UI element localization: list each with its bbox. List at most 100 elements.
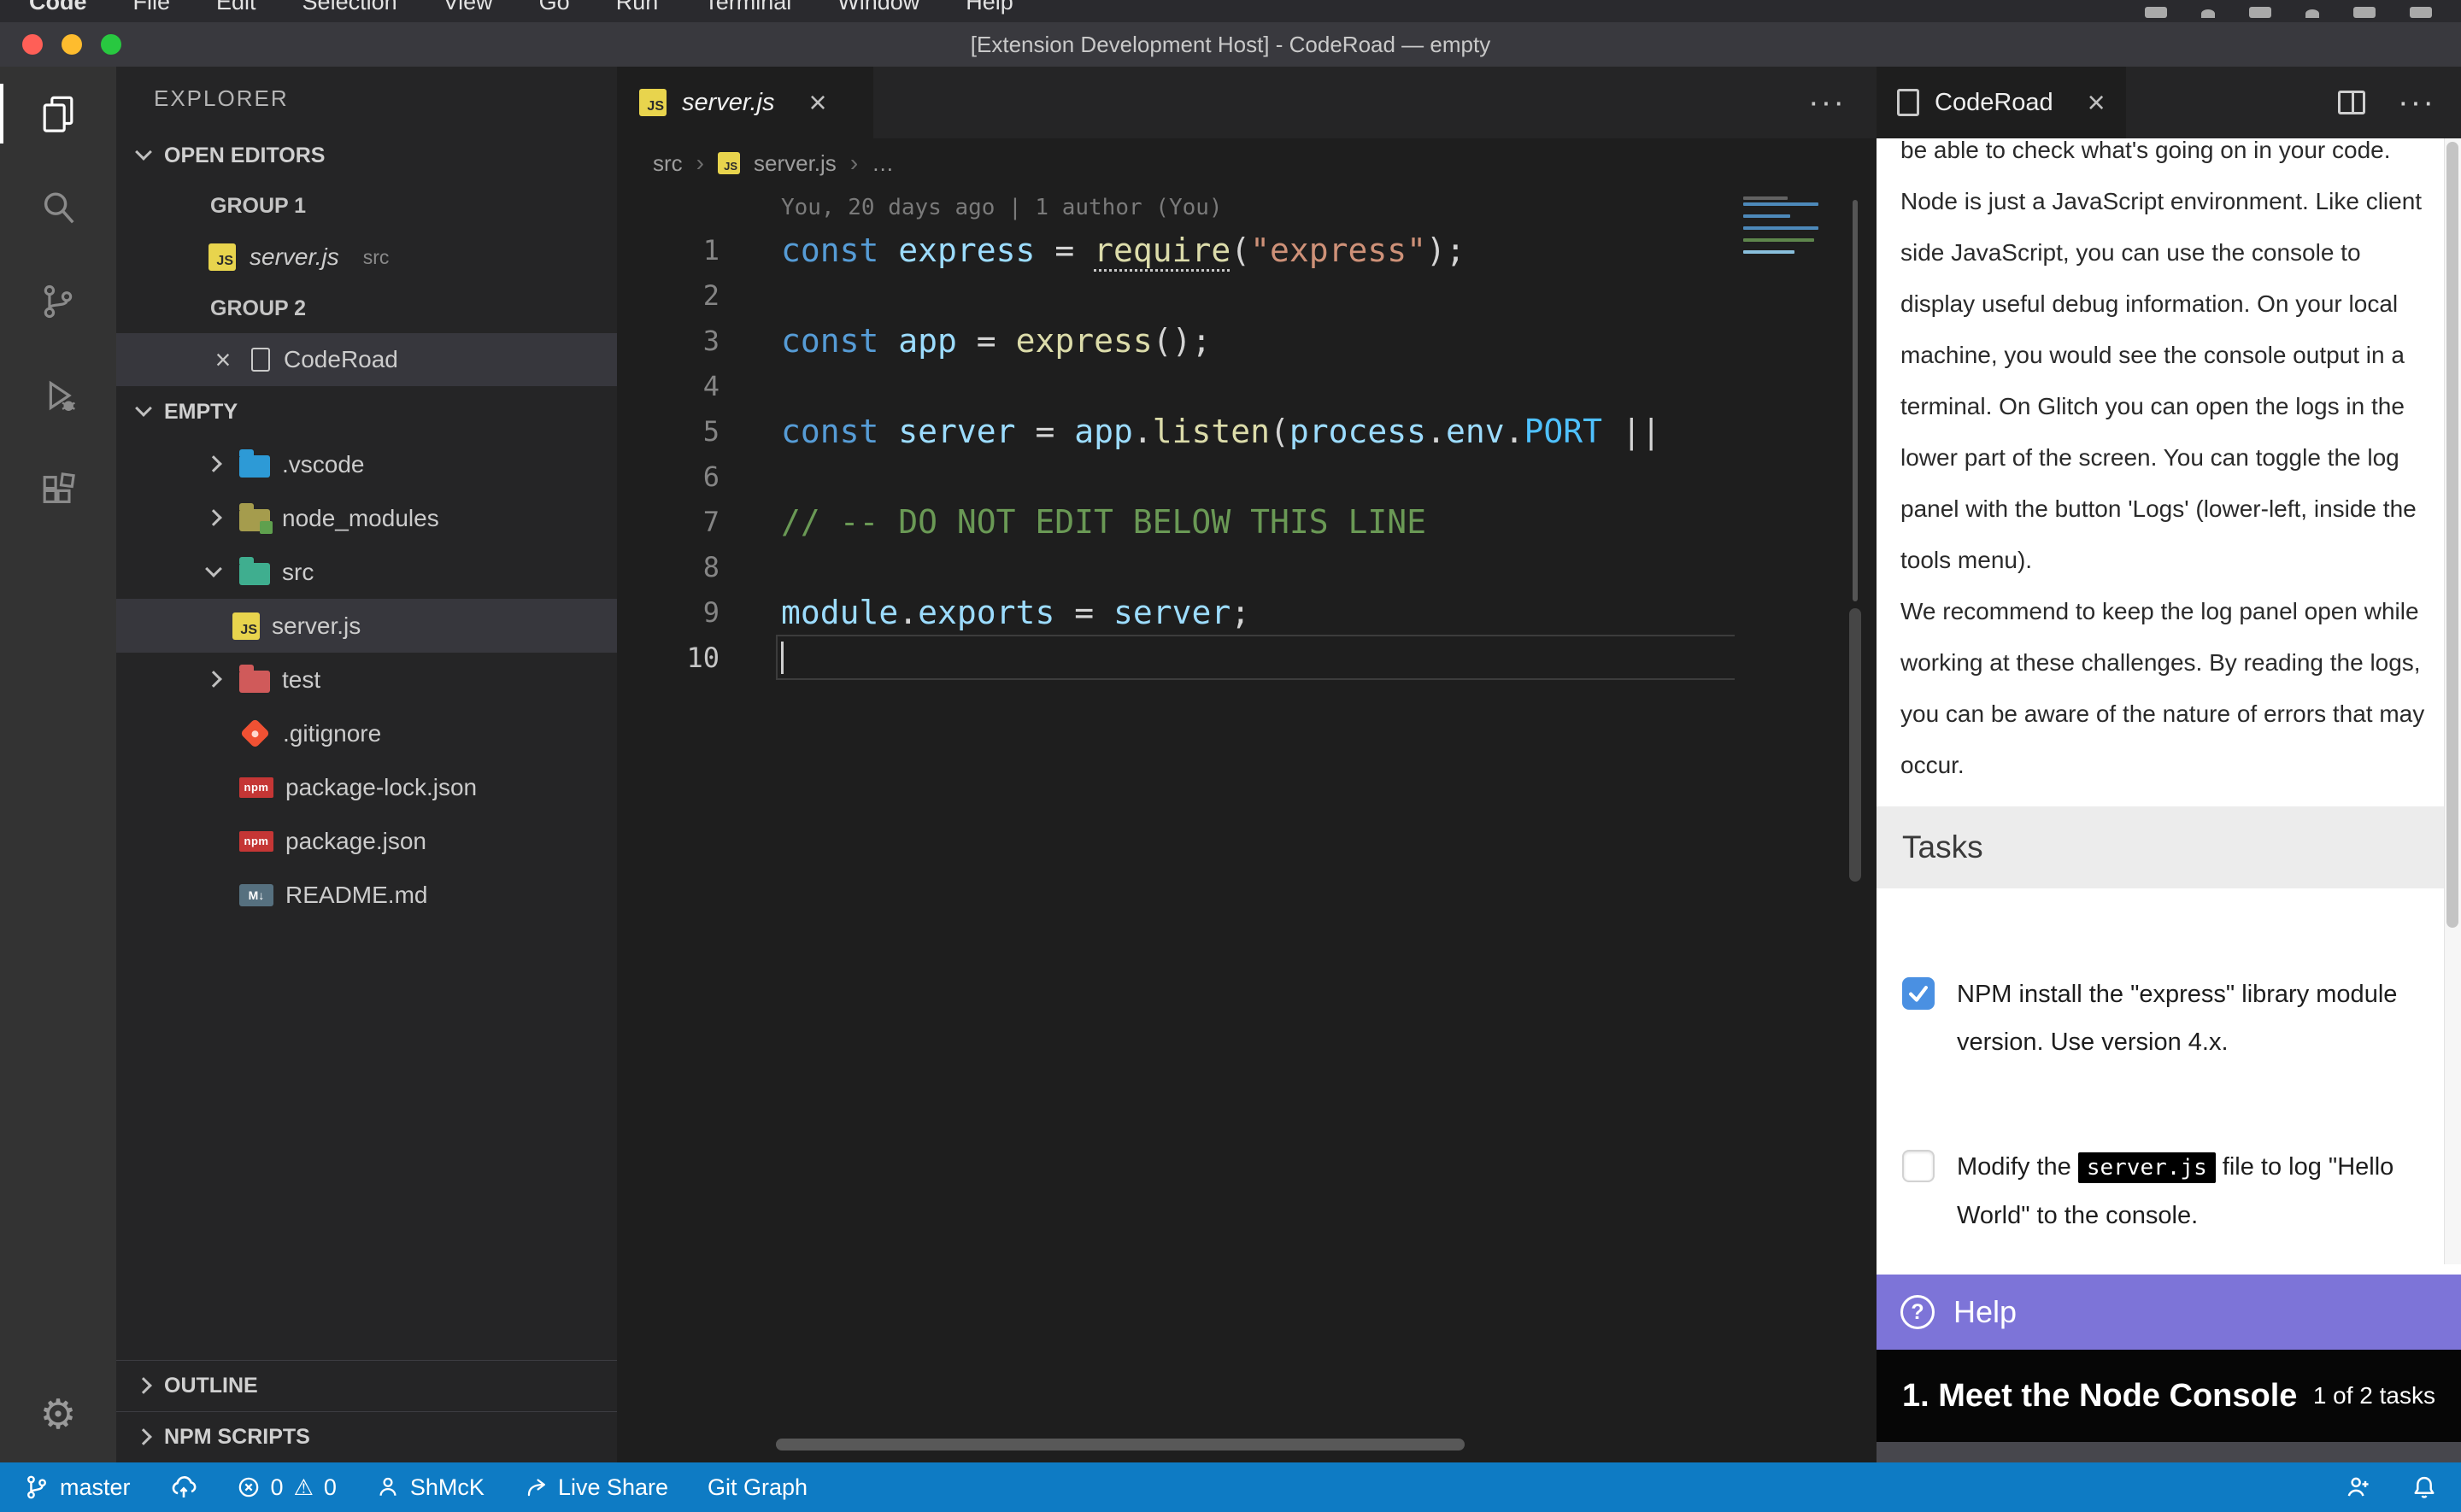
status-icon[interactable]: [2305, 9, 2319, 18]
run-debug-activity-button[interactable]: [0, 349, 116, 442]
minimize-window-button[interactable]: [62, 34, 82, 55]
code-text: const app = express();: [720, 322, 1211, 360]
breadcrumb-symbol[interactable]: …: [872, 150, 894, 177]
menu-item-run[interactable]: Run: [616, 0, 659, 22]
more-actions-icon[interactable]: ···: [2398, 85, 2435, 121]
line-number: 3: [617, 325, 720, 357]
problems-status[interactable]: 0 ⚠ 0: [237, 1474, 337, 1501]
more-actions-icon[interactable]: ···: [1808, 85, 1846, 121]
extensions-icon: [38, 470, 78, 509]
split-editor-icon[interactable]: [2338, 91, 2365, 114]
live-share-user[interactable]: ShMcK: [376, 1474, 485, 1501]
status-icon[interactable]: [2249, 7, 2271, 18]
source-control-activity-button[interactable]: [0, 255, 116, 349]
task-count: 1 of 2 tasks: [2313, 1382, 2435, 1409]
tree-item-label: test: [282, 666, 320, 694]
menu-item-file[interactable]: File: [133, 0, 171, 22]
live-share-label: Live Share: [558, 1474, 668, 1501]
close-window-button[interactable]: [22, 34, 43, 55]
tab-serverjs[interactable]: JS server.js ×: [617, 67, 873, 138]
tasks-heading: Tasks: [1877, 806, 2461, 888]
task-text-prefix: Modify the: [1957, 1153, 2078, 1181]
window-controls: [22, 34, 121, 55]
status-icon[interactable]: [2353, 7, 2376, 18]
line-number: 8: [617, 551, 720, 583]
tree-item-serverjs[interactable]: JS server.js: [116, 599, 617, 653]
close-icon[interactable]: ×: [809, 87, 827, 118]
npm-scripts-section-header[interactable]: NPM SCRIPTS: [116, 1411, 617, 1462]
status-bar-right: [2345, 1474, 2437, 1500]
tree-item-gitignore[interactable]: .gitignore: [116, 706, 617, 760]
tab-label: server.js: [682, 89, 775, 117]
notifications-bell-icon[interactable]: [2411, 1474, 2437, 1500]
breadcrumb-folder[interactable]: src: [653, 150, 683, 177]
tree-item-src[interactable]: src: [116, 545, 617, 599]
workspace-section-header[interactable]: EMPTY: [116, 386, 617, 437]
add-collaborator-icon[interactable]: [2345, 1474, 2370, 1500]
outline-section-header[interactable]: OUTLINE: [116, 1360, 617, 1411]
status-icon[interactable]: [2145, 7, 2167, 18]
lesson-text: be able to check what's going on in your…: [1877, 138, 2461, 791]
line-number: 1: [617, 234, 720, 267]
breadcrumb-file[interactable]: server.js: [754, 150, 837, 177]
clock-icon[interactable]: [2410, 7, 2432, 18]
tree-item-label: server.js: [272, 612, 361, 640]
menu-item-window[interactable]: Window: [837, 0, 919, 22]
menu-item-terminal[interactable]: Terminal: [704, 0, 791, 22]
menu-item-go[interactable]: Go: [539, 0, 570, 22]
extensions-activity-button[interactable]: [0, 442, 116, 536]
coderoad-content: be able to check what's going on in your…: [1877, 138, 2461, 1264]
explorer-activity-button[interactable]: [0, 67, 116, 161]
user-name: ShMcK: [410, 1474, 485, 1501]
tree-item-readme[interactable]: M↓ README.md: [116, 868, 617, 922]
publish-changes-button[interactable]: [170, 1474, 197, 1501]
close-icon[interactable]: ×: [2088, 87, 2106, 118]
git-branch-status[interactable]: master: [24, 1474, 131, 1501]
editor-scrollbar[interactable]: [1853, 200, 1858, 601]
search-activity-button[interactable]: [0, 161, 116, 255]
task-item-1: NPM install the "express" library module…: [1877, 970, 2461, 1066]
code-text: // -- DO NOT EDIT BELOW THIS LINE: [720, 503, 1426, 541]
tab-coderoad[interactable]: CodeRoad ×: [1877, 67, 2126, 138]
help-bar[interactable]: ? Help: [1877, 1275, 2461, 1350]
git-branch-icon: [24, 1474, 50, 1500]
chevron-right-icon: [198, 504, 227, 533]
menu-item-help[interactable]: Help: [966, 0, 1013, 22]
close-icon[interactable]: ×: [209, 345, 238, 374]
file-icon: [1897, 89, 1919, 116]
checkbox-unchecked[interactable]: [1902, 1150, 1935, 1182]
webview-scrollbar[interactable]: [2444, 138, 2461, 1264]
editor-scrollbar-thumb[interactable]: [1849, 608, 1861, 882]
tree-item-package-json[interactable]: npm package.json: [116, 814, 617, 868]
menu-item-edit[interactable]: Edit: [216, 0, 256, 22]
menu-item-code[interactable]: Code: [29, 0, 87, 22]
minimap[interactable]: [1735, 188, 1829, 1462]
open-editor-coderoad[interactable]: × CodeRoad: [116, 333, 617, 386]
menu-item-view[interactable]: View: [443, 0, 493, 22]
git-graph-button[interactable]: Git Graph: [708, 1474, 808, 1501]
menu-item-selection[interactable]: Selection: [302, 0, 397, 22]
git-graph-label: Git Graph: [708, 1474, 808, 1501]
tree-item-vscode[interactable]: .vscode: [116, 437, 617, 491]
tree-item-test[interactable]: test: [116, 653, 617, 706]
horizontal-scrollbar[interactable]: [776, 1439, 1465, 1450]
tree-item-node-modules[interactable]: node_modules: [116, 491, 617, 545]
webview-scrollbar-thumb[interactable]: [2446, 142, 2458, 928]
lesson-progress-bar[interactable]: 1. Meet the Node Console 1 of 2 tasks: [1877, 1350, 2461, 1442]
src-folder-icon: [239, 563, 270, 585]
zoom-window-button[interactable]: [101, 34, 121, 55]
tab-label: CodeRoad: [1935, 89, 2053, 117]
tree-item-package-lock[interactable]: npm package-lock.json: [116, 760, 617, 814]
tree-item-label: README.md: [285, 882, 427, 909]
open-editors-section-header[interactable]: OPEN EDITORS: [116, 130, 617, 181]
git-icon: [240, 718, 270, 748]
code-line: 5const server = app.listen(process.env.P…: [617, 408, 1877, 454]
open-editor-serverjs[interactable]: JS server.js src: [116, 231, 617, 284]
status-icon[interactable]: [2201, 9, 2215, 18]
line-number: 4: [617, 370, 720, 402]
live-share-button[interactable]: Live Share: [524, 1474, 668, 1501]
settings-gear-button[interactable]: ⚙: [0, 1367, 116, 1462]
checkbox-checked[interactable]: [1902, 977, 1935, 1010]
code-editor[interactable]: You, 20 days ago | 1 author (You) 1const…: [617, 188, 1877, 1462]
window-title: [Extension Development Host] - CodeRoad …: [0, 32, 2461, 58]
